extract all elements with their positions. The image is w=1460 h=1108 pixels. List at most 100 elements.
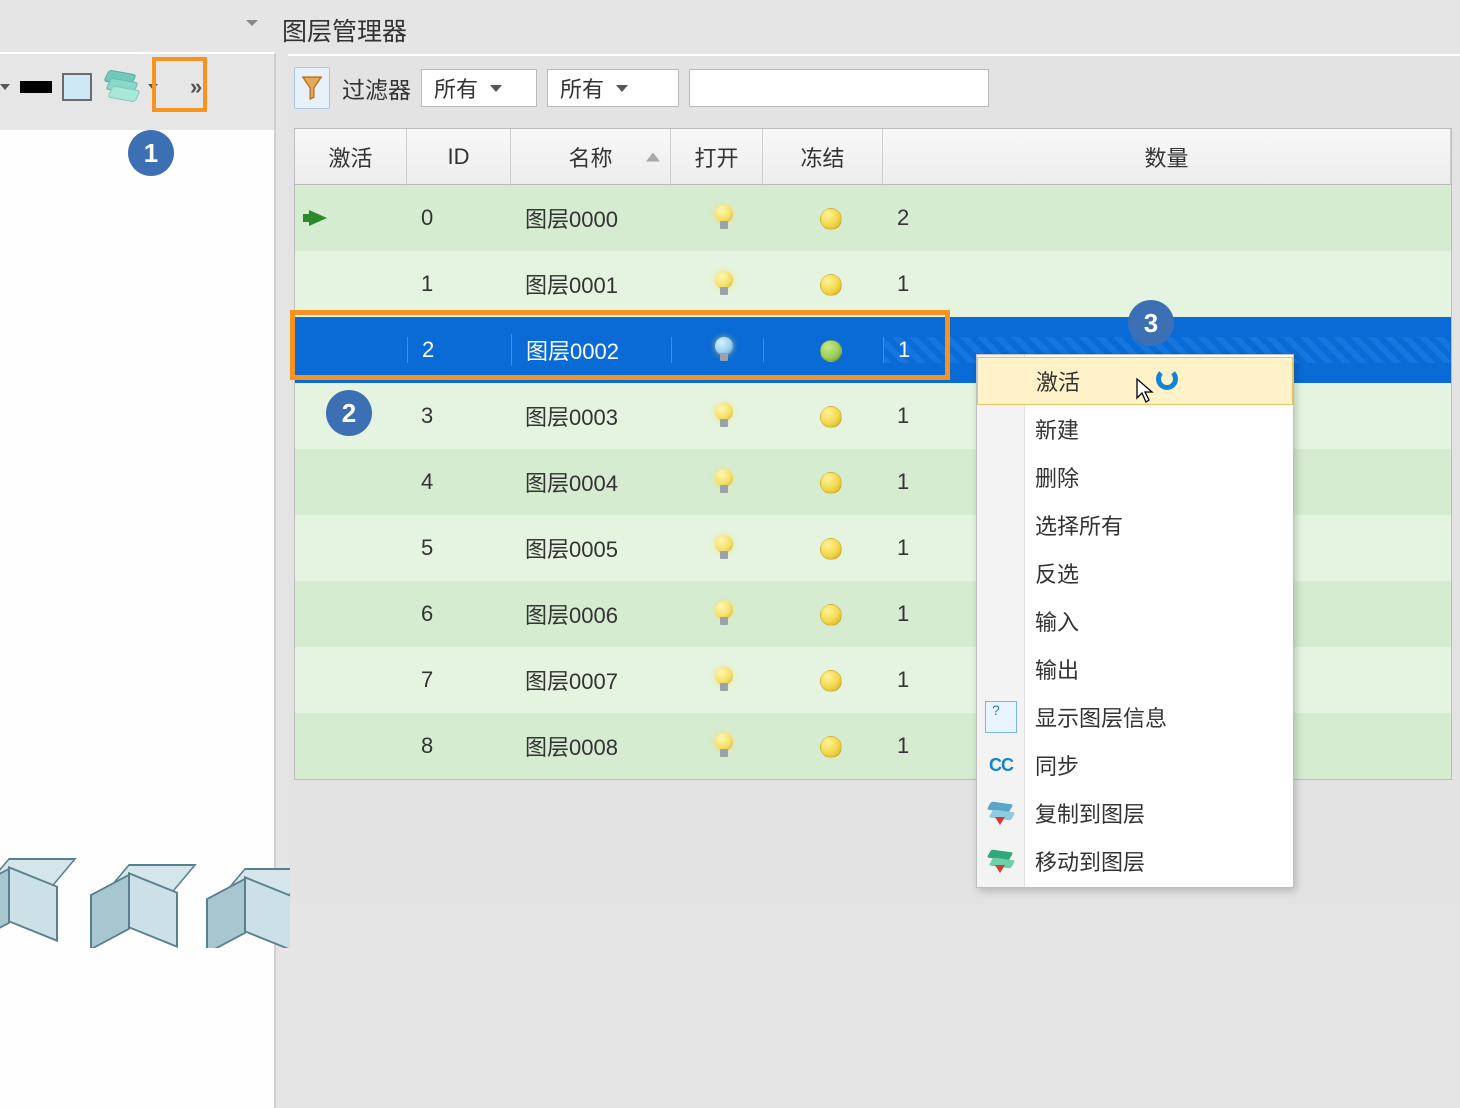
context-menu-item[interactable]: 输出 xyxy=(977,645,1293,693)
cell-freeze[interactable] xyxy=(763,206,883,230)
dropdown-icon[interactable] xyxy=(148,84,158,90)
move-icon xyxy=(985,845,1017,877)
cell-id: 0 xyxy=(407,205,511,231)
context-menu-item[interactable]: 新建 xyxy=(977,405,1293,453)
table-row[interactable]: 1图层00011 xyxy=(295,251,1451,317)
cell-open[interactable] xyxy=(671,403,763,429)
cell-freeze[interactable] xyxy=(763,602,883,626)
table-row[interactable]: 0图层00002 xyxy=(295,185,1451,251)
panel-title: 图层管理器 xyxy=(282,12,407,48)
cell-open[interactable] xyxy=(671,535,763,561)
context-menu-item[interactable]: CC同步 xyxy=(977,741,1293,789)
sun-icon xyxy=(818,734,842,758)
annotation-callout-3: 3 xyxy=(1128,300,1174,346)
chevron-down-icon xyxy=(490,85,502,92)
cell-activate[interactable] xyxy=(295,210,407,226)
column-header-freeze[interactable]: 冻结 xyxy=(763,129,883,185)
color-swatch-lightblue[interactable] xyxy=(62,73,92,101)
cell-freeze[interactable] xyxy=(763,536,883,560)
context-menu: 激活新建删除选择所有反选输入输出显示图层信息CC同步复制到图层移动到图层 xyxy=(976,354,1294,888)
cell-freeze[interactable] xyxy=(763,470,883,494)
context-menu-item[interactable]: 显示图层信息 xyxy=(977,693,1293,741)
sun-icon xyxy=(818,338,842,362)
blank-icon xyxy=(985,413,1017,445)
filter-button[interactable] xyxy=(294,67,330,109)
cell-open[interactable] xyxy=(671,205,763,231)
lightbulb-icon xyxy=(713,667,735,693)
column-header-name[interactable]: 名称 xyxy=(511,129,671,185)
sun-icon xyxy=(818,404,842,428)
cell-freeze[interactable] xyxy=(763,734,883,758)
active-arrow-icon xyxy=(309,210,327,226)
cc-icon: CC xyxy=(985,749,1017,781)
lightbulb-icon xyxy=(713,337,735,363)
cell-freeze[interactable] xyxy=(763,404,883,428)
left-toolbar: » xyxy=(0,52,276,130)
filter-combo-2[interactable]: 所有 xyxy=(547,69,679,107)
context-menu-item[interactable]: 选择所有 xyxy=(977,501,1293,549)
sun-icon xyxy=(818,272,842,296)
viewport-cubes xyxy=(0,728,290,948)
cell-freeze[interactable] xyxy=(763,338,883,362)
cell-open[interactable] xyxy=(671,469,763,495)
column-header-open[interactable]: 打开 xyxy=(671,129,763,185)
lightbulb-icon xyxy=(713,733,735,759)
context-menu-item[interactable]: 移动到图层 xyxy=(977,837,1293,885)
filter-combo-1-value: 所有 xyxy=(434,72,478,104)
cell-name[interactable]: 图层0008 xyxy=(511,730,671,762)
column-header-quantity[interactable]: 数量 xyxy=(883,129,1451,185)
cell-open[interactable] xyxy=(671,601,763,627)
context-menu-item[interactable]: 复制到图层 xyxy=(977,789,1293,837)
context-menu-item-label: 激活 xyxy=(1036,365,1080,397)
viewport-background xyxy=(0,130,276,1108)
context-menu-item[interactable]: 删除 xyxy=(977,453,1293,501)
cell-open[interactable] xyxy=(671,733,763,759)
lightbulb-icon xyxy=(713,403,735,429)
cell-name[interactable]: 图层0002 xyxy=(511,334,671,366)
cell-open[interactable] xyxy=(671,337,763,363)
layer-manager-icon[interactable] xyxy=(102,68,140,106)
cell-name[interactable]: 图层0003 xyxy=(511,400,671,432)
chevron-down-icon xyxy=(616,85,628,92)
blank-icon xyxy=(985,557,1017,589)
annotation-callout-2: 2 xyxy=(326,390,372,436)
color-swatch-black[interactable] xyxy=(20,81,52,93)
context-menu-item-label: 输入 xyxy=(1035,605,1079,637)
cell-name[interactable]: 图层0001 xyxy=(511,268,671,300)
sort-asc-icon xyxy=(646,152,660,161)
cell-name[interactable]: 图层0007 xyxy=(511,664,671,696)
lightbulb-icon xyxy=(713,205,735,231)
collapse-icon[interactable] xyxy=(242,20,262,28)
context-menu-item[interactable]: 输入 xyxy=(977,597,1293,645)
cell-name[interactable]: 图层0006 xyxy=(511,598,671,630)
sun-icon xyxy=(818,602,842,626)
cursor-icon xyxy=(1136,378,1156,404)
cell-freeze[interactable] xyxy=(763,272,883,296)
cell-open[interactable] xyxy=(671,667,763,693)
context-menu-item-label: 选择所有 xyxy=(1035,509,1123,541)
lightbulb-icon xyxy=(713,601,735,627)
column-header-id[interactable]: ID xyxy=(407,129,511,185)
context-menu-item-label: 输出 xyxy=(1035,653,1079,685)
column-header-activate[interactable]: 激活 xyxy=(295,129,407,185)
cell-name[interactable]: 图层0005 xyxy=(511,532,671,564)
context-menu-item[interactable]: 激活 xyxy=(977,357,1293,405)
cell-open[interactable] xyxy=(671,271,763,297)
search-input[interactable] xyxy=(689,69,989,107)
cell-name[interactable]: 图层0004 xyxy=(511,466,671,498)
overflow-icon[interactable]: » xyxy=(190,74,196,100)
table-header: 激活 ID 名称 打开 冻结 数量 xyxy=(295,129,1451,185)
dropdown-icon[interactable] xyxy=(0,84,10,90)
cell-id: 4 xyxy=(407,469,511,495)
context-menu-item[interactable]: 反选 xyxy=(977,549,1293,597)
cell-id: 8 xyxy=(407,733,511,759)
cell-id: 2 xyxy=(407,337,511,363)
filter-combo-1[interactable]: 所有 xyxy=(421,69,537,107)
cell-id: 1 xyxy=(407,271,511,297)
cell-id: 5 xyxy=(407,535,511,561)
cell-name[interactable]: 图层0000 xyxy=(511,202,671,234)
blank-icon xyxy=(985,509,1017,541)
cell-freeze[interactable] xyxy=(763,668,883,692)
annotation-callout-1: 1 xyxy=(128,130,174,176)
context-menu-item-label: 删除 xyxy=(1035,461,1079,493)
